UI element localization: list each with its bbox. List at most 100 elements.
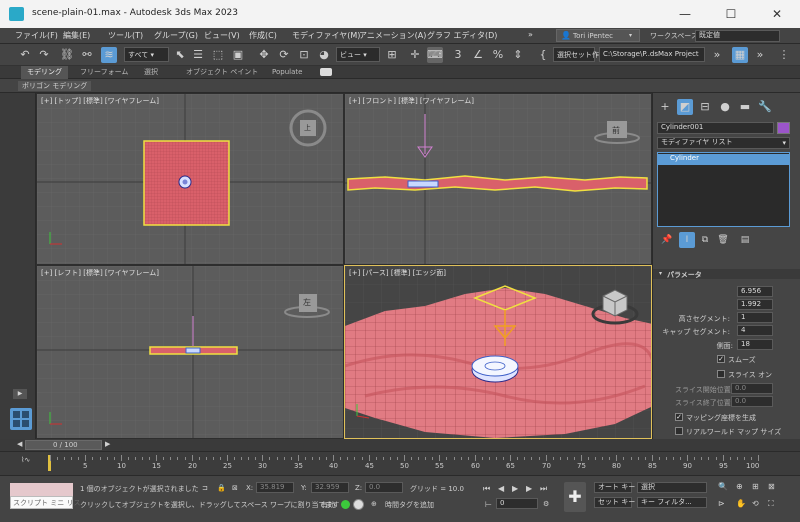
percent-snap-icon[interactable]: % bbox=[490, 47, 506, 63]
select-manipulate-icon[interactable]: ✛ bbox=[407, 47, 423, 63]
slice-to-spinner[interactable]: 0.0 bbox=[731, 396, 773, 407]
tab-object-paint[interactable]: オブジェクト ペイント bbox=[180, 66, 264, 79]
mini-curve-icon[interactable]: ⌇∿ bbox=[21, 456, 30, 464]
create-panel-icon[interactable]: + bbox=[657, 99, 673, 115]
isolate-icon[interactable]: ⊐ bbox=[202, 484, 208, 492]
cap-segments-spinner[interactable]: 4 bbox=[737, 325, 773, 336]
field-of-view-icon[interactable]: ⊳ bbox=[718, 499, 725, 508]
viewport-front[interactable]: [+] [フロント] [標準] [ワイヤフレーム] 前 bbox=[344, 93, 652, 265]
project-path[interactable]: C:\Storage\P..dsMax Project bbox=[599, 47, 705, 62]
display-panel-icon[interactable]: ▬ bbox=[737, 99, 753, 115]
auto-key-button[interactable]: オート キー bbox=[594, 482, 635, 493]
prev-frame-icon[interactable]: ◀ bbox=[498, 484, 504, 493]
maximize-viewport-icon[interactable]: ⛶ bbox=[768, 499, 774, 509]
viewport-top-label[interactable]: [+] [トップ] [標準] [ワイヤフレーム] bbox=[41, 96, 159, 106]
menu-edit[interactable]: 編集(E) bbox=[63, 30, 90, 41]
toolbar-options-icon[interactable]: ⋮ bbox=[776, 47, 792, 63]
keyboard-shortcut-icon[interactable]: ⌨ bbox=[427, 47, 443, 63]
viewport-left[interactable]: [+] [レフト] [標準] [ワイヤフレーム] 左 bbox=[36, 265, 344, 439]
pan-icon[interactable]: ✋ bbox=[736, 499, 746, 508]
transform-mode-icon[interactable]: ⊠ bbox=[232, 484, 238, 492]
tab-freeform[interactable]: フリーフォーム bbox=[74, 66, 134, 79]
maxscript-listener[interactable]: スクリプト ミニ リス bbox=[10, 496, 80, 509]
key-filters-button[interactable]: キー フィルタ... bbox=[637, 497, 707, 508]
viewport-top[interactable]: [+] [トップ] [標準] [ワイヤフレーム] 上 bbox=[36, 93, 344, 265]
spinner-snap-icon[interactable]: ⇕ bbox=[510, 47, 526, 63]
select-by-name-icon[interactable]: ☰ bbox=[190, 47, 206, 63]
lock-icon[interactable]: 🔒 bbox=[217, 484, 226, 492]
height-spinner[interactable]: 1.992 bbox=[737, 299, 773, 310]
sides-spinner[interactable]: 18 bbox=[737, 339, 773, 350]
select-object-icon[interactable]: ⬉ bbox=[172, 47, 188, 63]
smooth-checkbox[interactable]: ✓ bbox=[717, 355, 725, 363]
play-icon[interactable]: ▶ bbox=[512, 484, 518, 493]
render-setup-icon[interactable]: ▦ bbox=[732, 47, 748, 63]
object-color-swatch[interactable] bbox=[777, 122, 790, 134]
scale-icon[interactable]: ⊡ bbox=[296, 47, 312, 63]
viewport-left-label[interactable]: [+] [レフト] [標準] [ワイヤフレーム] bbox=[41, 268, 159, 278]
time-next-icon[interactable]: ▶ bbox=[105, 440, 110, 448]
link-icon[interactable]: ⛓ bbox=[59, 47, 75, 63]
time-tag-icon[interactable] bbox=[353, 499, 364, 510]
key-set-dropdown[interactable]: 選択 bbox=[637, 482, 707, 493]
set-key-big-icon[interactable]: ✚ bbox=[564, 482, 586, 512]
viewport-perspective[interactable]: [+] [パース] [標準] [エッジ面] bbox=[344, 265, 652, 439]
menu-graph-editors[interactable]: グラフ エディタ(D) bbox=[427, 30, 497, 41]
tab-populate[interactable]: Populate bbox=[266, 66, 308, 79]
redo-icon[interactable]: ↷ bbox=[36, 47, 52, 63]
stack-item-cylinder[interactable]: Cylinder bbox=[658, 154, 789, 165]
viewport-layout-icon[interactable] bbox=[10, 408, 32, 430]
undo-icon[interactable]: ↶ bbox=[17, 47, 33, 63]
bind-spacewarp-icon[interactable]: ≋ bbox=[101, 47, 117, 63]
menu-modifiers[interactable]: モディファイヤ(M) bbox=[292, 30, 360, 41]
height-segments-spinner[interactable]: 1 bbox=[737, 312, 773, 323]
menu-tools[interactable]: ツール(T) bbox=[108, 30, 143, 41]
menu-view[interactable]: ビュー(V) bbox=[204, 30, 240, 41]
radius-spinner[interactable]: 6.956 bbox=[737, 286, 773, 297]
slice-on-checkbox[interactable] bbox=[717, 370, 725, 378]
edit-named-selection-icon[interactable]: { bbox=[535, 47, 551, 63]
next-frame-icon[interactable]: ▶ bbox=[526, 484, 532, 493]
angle-snap-icon[interactable]: ∠ bbox=[470, 47, 486, 63]
placement-icon[interactable]: ◕ bbox=[316, 47, 332, 63]
polygon-modeling-label[interactable]: ポリゴン モデリング bbox=[18, 81, 92, 91]
viewport-front-label[interactable]: [+] [フロント] [標準] [ワイヤフレーム] bbox=[349, 96, 474, 106]
rect-selection-icon[interactable]: ⬚ bbox=[210, 47, 226, 63]
rotate-icon[interactable]: ⟳ bbox=[276, 47, 292, 63]
hierarchy-panel-icon[interactable]: ⊟ bbox=[697, 99, 713, 115]
menu-create[interactable]: 作成(C) bbox=[249, 30, 277, 41]
selection-filter[interactable]: すべて ▾ bbox=[124, 47, 169, 62]
move-icon[interactable]: ✥ bbox=[256, 47, 272, 63]
more-tools-icon[interactable]: » bbox=[709, 47, 725, 63]
parameters-rollout-header[interactable]: ▾ パラメータ bbox=[653, 269, 800, 279]
gen-mapping-checkbox[interactable]: ✓ bbox=[675, 413, 683, 421]
show-end-result-icon[interactable]: Ⅰ bbox=[679, 232, 695, 248]
named-selection-sets[interactable]: 選択セット作 bbox=[553, 47, 599, 62]
tab-selection[interactable]: 選択 bbox=[138, 66, 164, 79]
configure-sets-icon[interactable]: ▤ bbox=[737, 232, 753, 248]
motion-panel-icon[interactable]: ● bbox=[717, 99, 733, 115]
key-mode-icon[interactable]: ⊢ bbox=[485, 500, 492, 509]
tab-modeling[interactable]: モデリング bbox=[21, 66, 68, 79]
y-coord-field[interactable]: 32.959 bbox=[311, 482, 349, 493]
zoom-icon[interactable]: 🔍 bbox=[718, 482, 728, 491]
workspace-select[interactable]: 既定値 bbox=[695, 30, 780, 42]
viewport-persp-label[interactable]: [+] [パース] [標準] [エッジ面] bbox=[349, 268, 446, 278]
menu-file[interactable]: ファイル(F) bbox=[15, 30, 58, 41]
modify-panel-icon[interactable]: ◩ bbox=[677, 99, 693, 115]
menu-animation[interactable]: アニメーション(A) bbox=[359, 30, 426, 41]
make-unique-icon[interactable]: ⧉ bbox=[697, 232, 713, 248]
real-world-checkbox[interactable] bbox=[675, 427, 683, 435]
track-bar[interactable]: ⌇∿ 5 10 15 20 25 30 35 40 45 50 55 60 65 70 75 80 85 90 95… bbox=[0, 451, 800, 475]
ribbon-toggle-icon[interactable] bbox=[320, 68, 332, 76]
remove-modifier-icon[interactable]: 🗑 bbox=[715, 232, 731, 248]
slice-from-spinner[interactable]: 0.0 bbox=[731, 383, 773, 394]
window-crossing-icon[interactable]: ▣ bbox=[230, 47, 246, 63]
expand-explorer-icon[interactable]: ▶ bbox=[13, 389, 27, 399]
user-account[interactable]: 👤 Tori iPentec ▾ bbox=[556, 29, 640, 42]
modifier-list-dropdown[interactable]: モディファイヤ リスト ▾ bbox=[657, 137, 790, 149]
menu-group[interactable]: グループ(G) bbox=[154, 30, 198, 41]
object-name-field[interactable]: Cylinder001 bbox=[657, 122, 774, 134]
utilities-panel-icon[interactable]: 🔧 bbox=[757, 99, 773, 115]
zoom-extents-icon[interactable]: ⊞ bbox=[752, 482, 759, 491]
